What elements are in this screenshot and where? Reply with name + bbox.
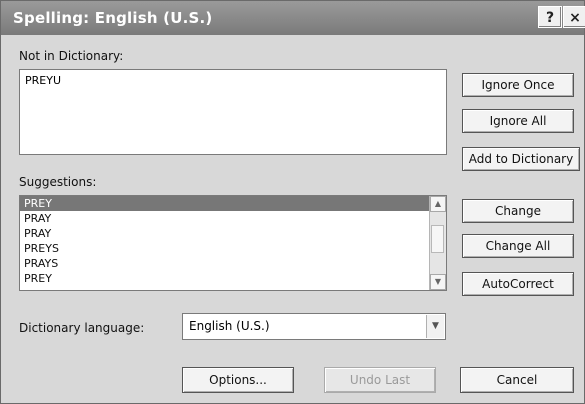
suggestions-scrollbar[interactable]: ▲ ▼ [429, 196, 446, 290]
scroll-down-icon[interactable]: ▼ [430, 274, 446, 290]
options-button[interactable]: Options... [182, 367, 294, 393]
dictionary-language-select[interactable]: English (U.S.) ▼ [182, 313, 446, 340]
title-bar: Spelling: English (U.S.) ? × [1, 1, 585, 35]
list-item[interactable]: PRAY [20, 226, 446, 241]
list-item[interactable]: PREY [20, 271, 446, 286]
suggestions-list[interactable]: PREY PRAY PRAY PREYS PRAYS PREY ▲ ▼ [19, 195, 447, 291]
change-button[interactable]: Change [462, 199, 574, 223]
ignore-once-button[interactable]: Ignore Once [462, 73, 574, 97]
close-button[interactable]: × [563, 6, 585, 28]
list-item[interactable]: PREYS [20, 241, 446, 256]
dictionary-language-value: English (U.S.) [189, 319, 270, 333]
scroll-up-icon[interactable]: ▲ [430, 196, 446, 212]
cancel-button[interactable]: Cancel [460, 367, 574, 393]
list-item[interactable]: PRAY [20, 211, 446, 226]
list-item[interactable]: PRAYS [20, 256, 446, 271]
undo-last-button[interactable]: Undo Last [324, 367, 436, 393]
ignore-all-button[interactable]: Ignore All [462, 109, 574, 133]
autocorrect-button[interactable]: AutoCorrect [462, 272, 574, 296]
dialog-title: Spelling: English (U.S.) [13, 9, 213, 27]
not-in-dictionary-label: Not in Dictionary: [19, 49, 124, 63]
suggestions-label: Suggestions: [19, 175, 97, 189]
dictionary-language-label: Dictionary language: [19, 321, 145, 335]
not-in-dictionary-value: PREYU [25, 74, 61, 87]
add-to-dictionary-button[interactable]: Add to Dictionary [462, 147, 580, 171]
change-all-button[interactable]: Change All [462, 234, 574, 258]
not-in-dictionary-field[interactable]: PREYU [19, 69, 447, 155]
chevron-down-icon[interactable]: ▼ [426, 315, 444, 338]
help-button[interactable]: ? [538, 6, 562, 28]
scroll-thumb[interactable] [431, 225, 444, 253]
list-item[interactable]: PREY [20, 196, 446, 211]
spelling-dialog: Spelling: English (U.S.) ? × Not in Dict… [0, 0, 585, 404]
